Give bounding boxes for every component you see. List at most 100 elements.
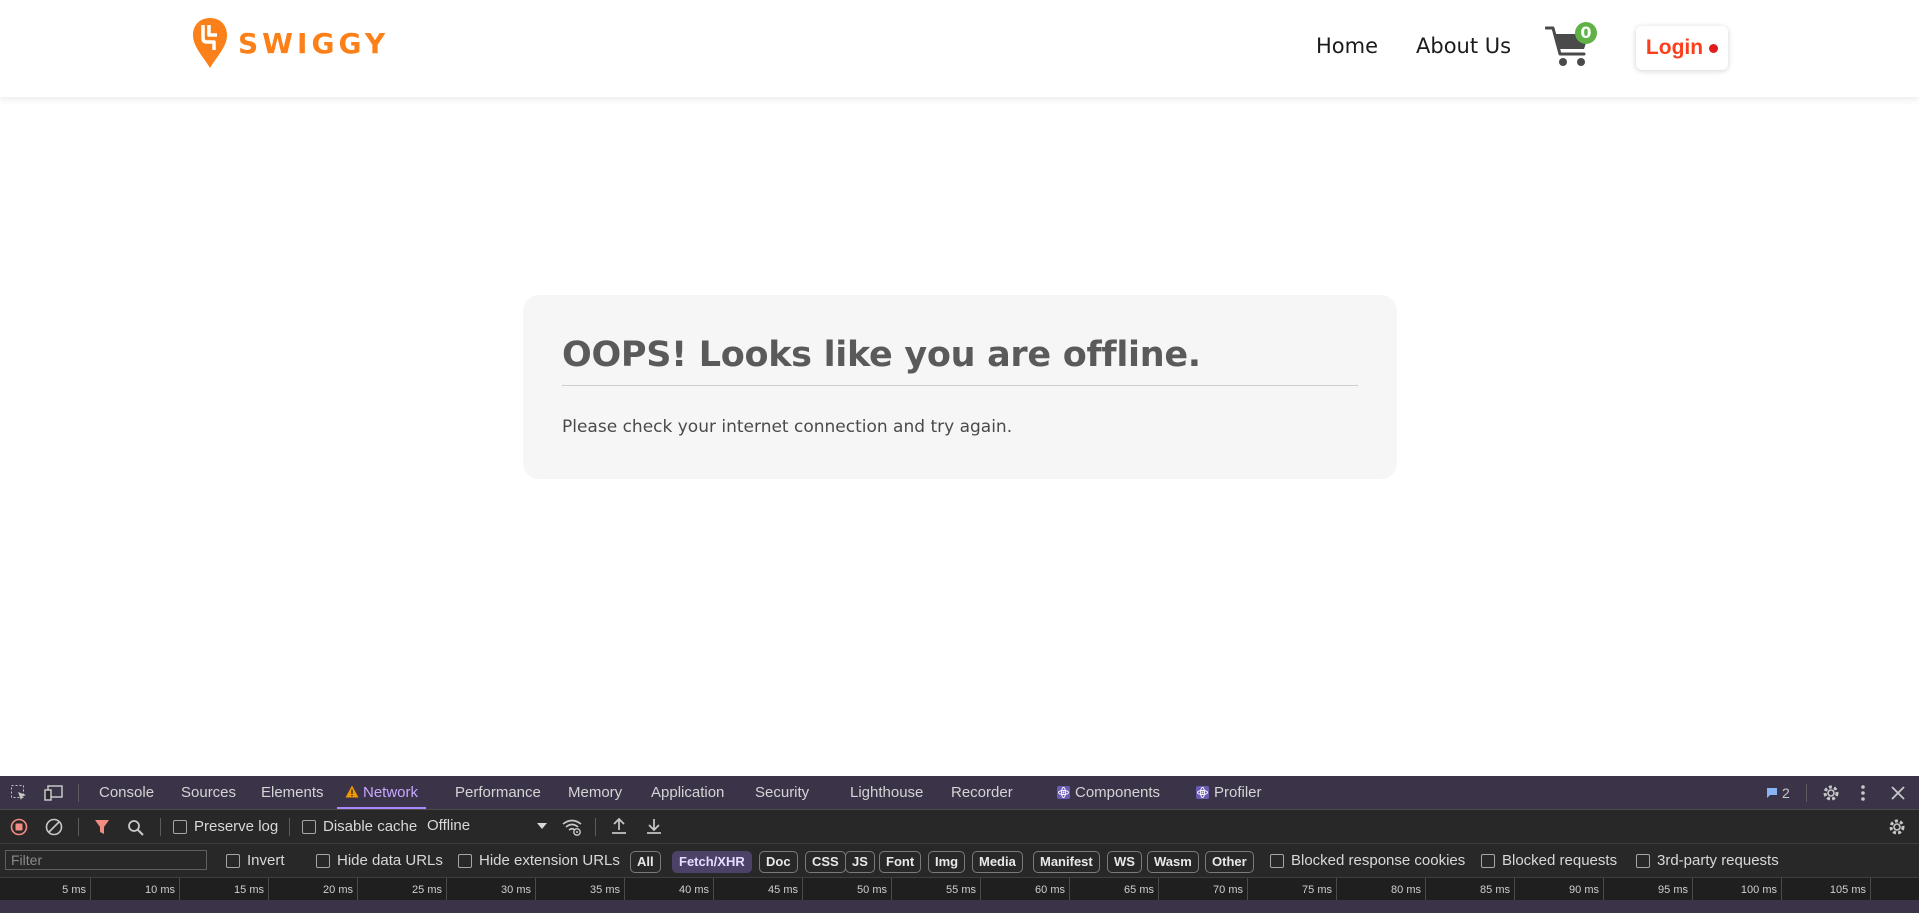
filter-type-doc[interactable]: Doc: [759, 851, 798, 873]
nav-home-link[interactable]: Home: [1316, 34, 1378, 58]
timeline-tick: [1336, 878, 1337, 900]
tab-console[interactable]: Console: [99, 776, 154, 809]
filter-type-manifest[interactable]: Manifest: [1033, 851, 1100, 873]
timeline-tick: [891, 878, 892, 900]
hide-extension-urls-checkbox[interactable]: Hide extension URLs: [458, 852, 620, 869]
hide-data-urls-checkbox[interactable]: Hide data URLs: [316, 852, 443, 869]
preserve-log-checkbox[interactable]: Preserve log: [173, 818, 278, 835]
login-status-dot: [1709, 43, 1719, 53]
network-toolbar: Preserve log Disable cache Offline: [0, 810, 1919, 844]
toolbar-separator: [289, 818, 290, 836]
search-icon[interactable]: [126, 818, 144, 836]
tab-memory[interactable]: Memory: [568, 776, 622, 809]
disable-cache-label: Disable cache: [323, 818, 418, 835]
inspect-element-icon[interactable]: [10, 784, 28, 802]
timeline-tick-label: 40 ms: [679, 884, 709, 896]
tab-recorder[interactable]: Recorder: [951, 776, 1013, 809]
nav-about-link[interactable]: About Us: [1416, 34, 1511, 58]
hide-data-urls-box[interactable]: [316, 853, 330, 868]
preserve-log-box[interactable]: [173, 819, 187, 834]
tab-profiler[interactable]: Profiler: [1196, 776, 1262, 809]
timeline-tick-label: 100 ms: [1740, 884, 1777, 896]
tab-lighthouse[interactable]: Lighthouse: [850, 776, 923, 809]
warning-icon: [345, 785, 359, 798]
settings-gear-icon[interactable]: [1821, 783, 1841, 803]
timeline-tick-label: 70 ms: [1213, 884, 1243, 896]
blocked-response-cookies-checkbox[interactable]: Blocked response cookies: [1270, 852, 1465, 869]
toolbar-separator: [595, 818, 596, 836]
network-conditions-icon[interactable]: [561, 818, 583, 836]
device-toolbar-icon[interactable]: [44, 784, 64, 802]
timeline-tick-label: 85 ms: [1480, 884, 1510, 896]
invert-box[interactable]: [226, 853, 240, 868]
filter-type-ws[interactable]: WS: [1107, 851, 1142, 873]
filter-type-img[interactable]: Img: [928, 851, 966, 873]
more-options-icon[interactable]: [1857, 783, 1869, 803]
timeline-tick: [1870, 878, 1871, 900]
filter-input[interactable]: [5, 850, 207, 870]
tab-components-label: Components: [1075, 784, 1161, 801]
close-devtools-icon[interactable]: [1889, 784, 1907, 802]
tab-application[interactable]: Application: [651, 776, 724, 809]
cart-button[interactable]: 0: [1544, 22, 1597, 70]
blocked-response-cookies-label: Blocked response cookies: [1291, 852, 1466, 869]
throttling-select[interactable]: Offline: [427, 817, 547, 837]
disable-cache-box[interactable]: [302, 819, 316, 834]
tab-network-label: Network: [363, 784, 419, 801]
tabbar-separator: [78, 784, 79, 802]
tab-elements[interactable]: Elements: [261, 776, 324, 809]
filter-type-all[interactable]: All: [630, 851, 661, 873]
tab-sources[interactable]: Sources: [181, 776, 236, 809]
disable-cache-checkbox[interactable]: Disable cache: [302, 818, 417, 835]
timeline-tick: [1425, 878, 1426, 900]
timeline-tick-label: 95 ms: [1658, 884, 1688, 896]
timeline-tick: [980, 878, 981, 900]
cart-count-badge: 0: [1575, 22, 1597, 44]
blocked-requests-box[interactable]: [1481, 853, 1495, 868]
login-button[interactable]: Login: [1636, 26, 1728, 70]
timeline-tick: [1781, 878, 1782, 900]
tab-security[interactable]: Security: [755, 776, 809, 809]
third-party-requests-checkbox[interactable]: 3rd-party requests: [1636, 852, 1779, 869]
tab-performance[interactable]: Performance: [455, 776, 541, 809]
invert-label: Invert: [247, 852, 285, 869]
export-har-icon[interactable]: [645, 817, 663, 835]
timeline-tick-label: 90 ms: [1569, 884, 1599, 896]
blocked-requests-checkbox[interactable]: Blocked requests: [1481, 852, 1617, 869]
timeline-tick: [446, 878, 447, 900]
hide-extension-urls-box[interactable]: [458, 853, 472, 868]
third-party-requests-box[interactable]: [1636, 853, 1650, 868]
tabbar-separator: [1806, 784, 1807, 802]
filter-funnel-icon[interactable]: [93, 818, 110, 835]
network-timeline-overview[interactable]: 5 ms 10 ms 15 ms 20 ms 25 ms 30 ms 35 ms 40 ms 4…: [0, 878, 1919, 900]
clear-icon[interactable]: [45, 818, 63, 836]
issues-button[interactable]: 2: [1766, 784, 1790, 802]
timeline-tick-label: 35 ms: [590, 884, 620, 896]
timeline-tick-label: 60 ms: [1035, 884, 1065, 896]
timeline-tick: [535, 878, 536, 900]
import-har-icon[interactable]: [610, 817, 628, 835]
filter-type-wasm[interactable]: Wasm: [1147, 851, 1199, 873]
network-settings-gear-icon[interactable]: [1887, 817, 1907, 837]
blocked-response-cookies-box[interactable]: [1270, 853, 1284, 868]
filter-type-other[interactable]: Other: [1205, 851, 1254, 873]
timeline-tick-label: 55 ms: [946, 884, 976, 896]
timeline-tick-label: 45 ms: [768, 884, 798, 896]
swiggy-pin-icon: [193, 18, 227, 68]
invert-checkbox[interactable]: Invert: [226, 852, 285, 869]
filter-type-fetch-xhr[interactable]: Fetch/XHR: [672, 851, 752, 873]
record-stop-icon[interactable]: [10, 818, 28, 836]
timeline-tick: [624, 878, 625, 900]
tab-profiler-label: Profiler: [1214, 784, 1262, 801]
preserve-log-label: Preserve log: [194, 818, 279, 835]
timeline-tick-label: 25 ms: [412, 884, 442, 896]
tab-network[interactable]: Network: [337, 776, 427, 809]
filter-type-font[interactable]: Font: [879, 851, 922, 873]
swiggy-logo[interactable]: SWIGGY: [192, 16, 389, 70]
filter-type-media[interactable]: Media: [972, 851, 1023, 873]
filter-type-js[interactable]: JS: [845, 851, 875, 873]
tab-components[interactable]: Components: [1057, 776, 1160, 809]
timeline-tick: [713, 878, 714, 900]
filter-type-css[interactable]: CSS: [805, 851, 846, 873]
timeline-tick: [1247, 878, 1248, 900]
